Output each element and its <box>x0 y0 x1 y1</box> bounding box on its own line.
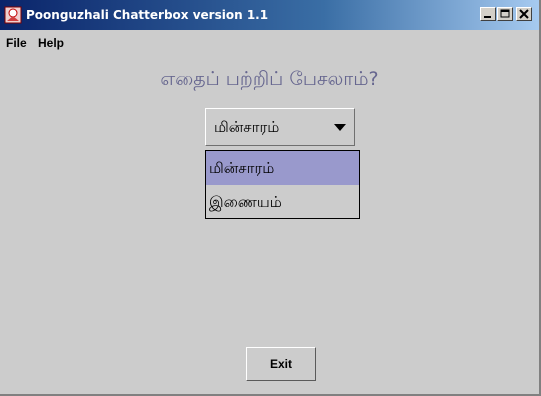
dropdown-option-electricity[interactable]: மின்சாரம் <box>206 151 359 185</box>
topic-prompt-heading: எதைப் பற்றிப் பேசலாம்? <box>160 68 379 90</box>
close-icon <box>519 9 529 19</box>
exit-button[interactable]: Exit <box>246 347 316 381</box>
menu-file[interactable]: File <box>6 35 27 51</box>
window-title: Poonguzhali Chatterbox version 1.1 <box>26 8 269 22</box>
maximize-icon <box>500 9 510 18</box>
minimize-button[interactable] <box>480 7 496 21</box>
topic-select-value: மின்சாரம் <box>214 118 280 136</box>
maximize-button[interactable] <box>497 7 513 21</box>
dropdown-option-internet[interactable]: இணையம் <box>206 185 359 219</box>
topic-select[interactable]: மின்சாரம் <box>205 108 355 146</box>
close-button[interactable] <box>516 7 532 21</box>
app-window: Poonguzhali Chatterbox version 1.1 File … <box>0 0 541 396</box>
topic-dropdown-list: மின்சாரம் இணையம் <box>205 150 360 219</box>
menu-help[interactable]: Help <box>38 35 64 51</box>
app-icon <box>4 6 22 24</box>
menu-bar: File Help <box>0 30 539 56</box>
minimize-icon <box>484 16 491 18</box>
title-bar[interactable]: Poonguzhali Chatterbox version 1.1 <box>0 0 539 30</box>
chevron-down-icon[interactable] <box>334 124 346 132</box>
